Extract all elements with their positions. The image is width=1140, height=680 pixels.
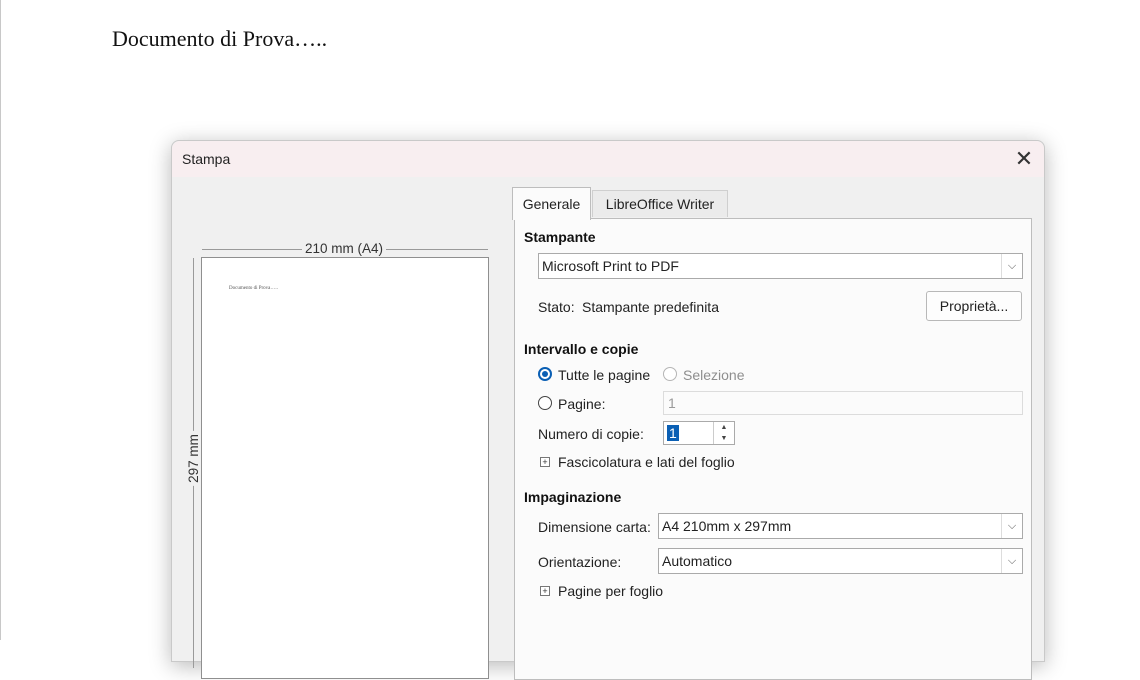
paper-size-label: Dimensione carta: bbox=[538, 519, 651, 535]
paper-size-select[interactable]: A4 210mm x 297mm ⌵ bbox=[658, 513, 1023, 539]
printer-section-title: Stampante bbox=[524, 229, 596, 245]
all-pages-label[interactable]: Tutte le pagine bbox=[558, 367, 650, 383]
chevron-down-icon: ⌵ bbox=[1001, 254, 1022, 278]
tab-generale-label: Generale bbox=[522, 196, 581, 212]
collate-label[interactable]: Fascicolatura e lati del foglio bbox=[558, 454, 735, 470]
layout-section-title: Impaginazione bbox=[524, 489, 622, 505]
close-button[interactable]: ✕ bbox=[1004, 141, 1044, 177]
chevron-down-icon: ⌵ bbox=[1001, 549, 1022, 573]
properties-button[interactable]: Proprietà... bbox=[926, 291, 1022, 321]
pages-per-sheet-expander-icon[interactable]: + bbox=[540, 586, 550, 596]
paper-size-value: A4 210mm x 297mm bbox=[662, 518, 792, 534]
copies-stepper[interactable]: 1 ▲ ▼ bbox=[663, 421, 735, 445]
copies-label: Numero di copie: bbox=[538, 426, 644, 442]
properties-button-label: Proprietà... bbox=[939, 298, 1009, 314]
dialog-titlebar[interactable]: Stampa ✕ bbox=[172, 141, 1044, 177]
pages-input[interactable]: 1 bbox=[663, 391, 1023, 415]
document-text[interactable]: Documento di Prova….. bbox=[112, 26, 327, 52]
copies-value: 1 bbox=[667, 425, 679, 441]
orientation-value: Automatico bbox=[662, 553, 733, 569]
pages-per-sheet-label[interactable]: Pagine per foglio bbox=[558, 583, 663, 599]
document-left-edge bbox=[0, 0, 1, 640]
pages-label[interactable]: Pagine: bbox=[558, 396, 605, 412]
tab-generale[interactable]: Generale bbox=[512, 187, 591, 220]
dialog-title: Stampa bbox=[182, 151, 231, 167]
tab-libreoffice-writer[interactable]: LibreOffice Writer bbox=[592, 190, 728, 217]
tab-libreoffice-writer-label: LibreOffice Writer bbox=[605, 196, 715, 212]
printer-select-value: Microsoft Print to PDF bbox=[542, 258, 679, 274]
close-icon: ✕ bbox=[1014, 146, 1034, 171]
stepper-down-icon[interactable]: ▼ bbox=[721, 435, 728, 442]
orientation-label: Orientazione: bbox=[538, 554, 622, 570]
printer-status-label: Stato: bbox=[538, 299, 575, 315]
range-section-title: Intervallo e copie bbox=[524, 341, 639, 357]
general-tab-panel: Stampante Microsoft Print to PDF ⌵ Stato… bbox=[514, 218, 1032, 680]
printer-select[interactable]: Microsoft Print to PDF ⌵ bbox=[538, 253, 1023, 279]
printer-status-value: Stampante predefinita bbox=[582, 299, 719, 315]
collate-expander-icon[interactable]: + bbox=[540, 457, 550, 467]
print-dialog: Stampa ✕ 210 mm (A4) 297 mm Documento di… bbox=[171, 140, 1045, 680]
stepper-arrows[interactable]: ▲ ▼ bbox=[713, 422, 734, 444]
height-dimension-label: 297 mm bbox=[185, 431, 201, 486]
page-preview: Documento di Prova….. bbox=[201, 257, 489, 679]
pages-input-value: 1 bbox=[668, 395, 676, 411]
width-dimension-label: 210 mm (A4) bbox=[302, 241, 387, 256]
selection-radio[interactable] bbox=[663, 367, 677, 381]
page-preview-text: Documento di Prova….. bbox=[229, 286, 278, 291]
stepper-up-icon[interactable]: ▲ bbox=[721, 424, 728, 431]
orientation-select[interactable]: Automatico ⌵ bbox=[658, 548, 1023, 574]
selection-label[interactable]: Selezione bbox=[683, 367, 745, 383]
pages-radio[interactable] bbox=[538, 396, 552, 410]
all-pages-radio[interactable] bbox=[538, 367, 552, 381]
chevron-down-icon: ⌵ bbox=[1001, 514, 1022, 538]
